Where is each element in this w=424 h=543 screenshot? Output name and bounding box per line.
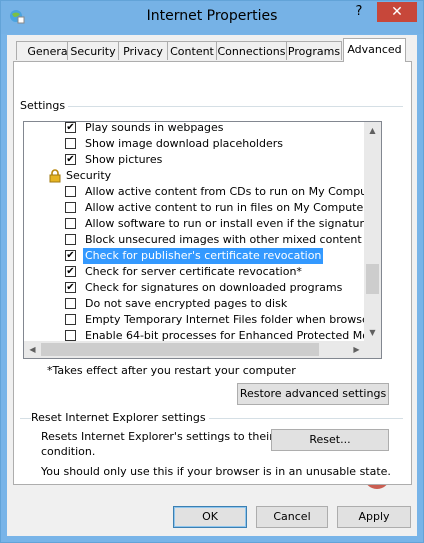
settings-group-label: Settings bbox=[20, 99, 69, 112]
checkbox[interactable] bbox=[65, 234, 76, 245]
horizontal-scroll-thumb[interactable] bbox=[41, 343, 319, 356]
scroll-left-arrow-icon[interactable]: ◀ bbox=[24, 341, 41, 358]
settings-item[interactable]: ✔ Check for signatures on downloaded prog… bbox=[24, 280, 371, 296]
settings-category[interactable]: Security bbox=[24, 168, 371, 184]
lock-icon bbox=[49, 169, 61, 183]
setting-label: Allow software to run or install even if… bbox=[85, 217, 371, 230]
settings-item[interactable]: Allow active content to run in files on … bbox=[24, 200, 371, 216]
setting-label: Check for signatures on downloaded progr… bbox=[85, 281, 343, 294]
restart-footnote: *Takes effect after you restart your com… bbox=[47, 364, 296, 377]
settings-list[interactable]: ✔ Play sounds in webpages Show image downl… bbox=[23, 121, 382, 359]
checkbox[interactable]: ✔ bbox=[65, 250, 76, 261]
checkbox[interactable]: ✔ bbox=[65, 154, 76, 165]
help-button[interactable]: ? bbox=[348, 2, 370, 22]
scrollbar-corner bbox=[364, 341, 381, 358]
setting-label: Play sounds in webpages bbox=[85, 121, 224, 134]
title-bar[interactable]: Internet Properties ? ✕ bbox=[1, 1, 423, 34]
internet-properties-window: Internet Properties ? ✕ General Security P… bbox=[0, 0, 424, 543]
settings-item[interactable]: Show image download placeholders bbox=[24, 136, 371, 152]
checkbox[interactable] bbox=[65, 298, 76, 309]
category-label: Security bbox=[66, 169, 112, 182]
settings-item[interactable]: ✔ Show pictures bbox=[24, 152, 371, 168]
settings-item[interactable]: ✔ Check for server certificate revocation… bbox=[24, 264, 371, 280]
checkbox[interactable] bbox=[65, 314, 76, 325]
settings-item[interactable]: Allow software to run or install even if… bbox=[24, 216, 371, 232]
ok-button[interactable]: OK bbox=[173, 506, 247, 528]
settings-item[interactable]: Allow active content from CDs to run on … bbox=[24, 184, 371, 200]
checkbox[interactable] bbox=[65, 330, 76, 341]
setting-label: Block unsecured images with other mixed … bbox=[85, 233, 362, 246]
vertical-scrollbar[interactable]: ▲ ▼ bbox=[364, 122, 381, 358]
vertical-scroll-thumb[interactable] bbox=[366, 264, 379, 294]
advanced-tab-panel: Settings ✔ Play sounds in webpages Show im… bbox=[13, 61, 412, 485]
reset-group-label: Reset Internet Explorer settings bbox=[31, 411, 209, 424]
checkbox[interactable] bbox=[65, 218, 76, 229]
setting-label: Do not save encrypted pages to disk bbox=[85, 297, 288, 310]
scroll-up-arrow-icon[interactable]: ▲ bbox=[364, 122, 381, 139]
cancel-button[interactable]: Cancel bbox=[256, 506, 328, 528]
setting-label: Show pictures bbox=[85, 153, 163, 166]
settings-item[interactable]: Empty Temporary Internet Files folder wh… bbox=[24, 312, 371, 328]
checkbox[interactable] bbox=[65, 186, 76, 197]
apply-button[interactable]: Apply bbox=[337, 506, 411, 528]
tab-advanced[interactable]: Advanced bbox=[343, 38, 406, 62]
settings-item[interactable]: ✔ Check for publisher's certificate revoc… bbox=[24, 248, 371, 264]
setting-label: Check for server certificate revocation* bbox=[85, 265, 302, 278]
scroll-down-arrow-icon[interactable]: ▼ bbox=[364, 324, 381, 341]
checkbox[interactable] bbox=[65, 138, 76, 149]
tab-programs[interactable]: Programs bbox=[286, 41, 342, 60]
settings-item[interactable]: Do not save encrypted pages to disk bbox=[24, 296, 371, 312]
reset-description-line2: condition. bbox=[41, 445, 96, 458]
restore-advanced-settings-button[interactable]: Restore advanced settings bbox=[237, 383, 389, 405]
setting-label: Show image download placeholders bbox=[85, 137, 283, 150]
settings-item[interactable]: Block unsecured images with other mixed … bbox=[24, 232, 371, 248]
scroll-right-arrow-icon[interactable]: ▶ bbox=[348, 341, 365, 358]
tab-content[interactable]: Content bbox=[167, 41, 217, 60]
tab-connections[interactable]: Connections bbox=[216, 41, 287, 60]
reset-warning: You should only use this if your browser… bbox=[41, 465, 391, 478]
checkbox[interactable]: ✔ bbox=[65, 282, 76, 293]
dialog-client: General Security Privacy Content Connections… bbox=[7, 35, 417, 536]
setting-label: Empty Temporary Internet Files folder wh… bbox=[85, 313, 371, 326]
setting-label: Check for publisher's certificate revoca… bbox=[83, 248, 324, 264]
checkbox[interactable]: ✔ bbox=[65, 266, 76, 277]
tab-privacy[interactable]: Privacy bbox=[118, 41, 168, 60]
checkbox[interactable]: ✔ bbox=[65, 122, 76, 133]
settings-item[interactable]: ✔ Play sounds in webpages bbox=[24, 121, 371, 136]
setting-label: Allow active content from CDs to run on … bbox=[85, 185, 371, 198]
close-button[interactable]: ✕ bbox=[377, 2, 417, 22]
tab-security[interactable]: Security bbox=[67, 41, 119, 60]
horizontal-scrollbar[interactable]: ◀ ▶ bbox=[24, 341, 365, 358]
checkbox[interactable] bbox=[65, 202, 76, 213]
setting-label: Allow active content to run in files on … bbox=[85, 201, 371, 214]
reset-button[interactable]: Reset... bbox=[271, 429, 389, 451]
settings-group-line bbox=[20, 106, 403, 107]
